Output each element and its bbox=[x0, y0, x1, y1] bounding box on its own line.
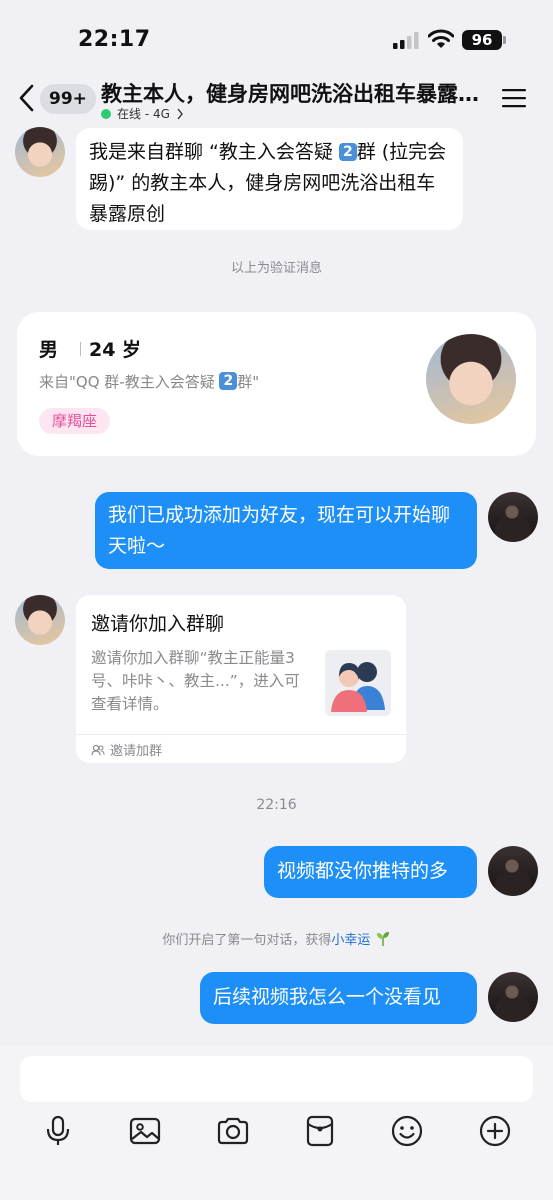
added-friend-bubble[interactable]: 我们已成功添加为好友，现在可以开始聊天啦～ bbox=[95, 492, 477, 569]
profile-divider bbox=[80, 342, 81, 356]
profile-gender: 男 bbox=[39, 339, 59, 361]
profile-source-prefix: 来自"QQ 群-教主入会答疑 bbox=[39, 373, 220, 391]
time-divider: 22:16 bbox=[256, 797, 297, 813]
emoji-icon[interactable] bbox=[390, 1114, 424, 1148]
peer-avatar[interactable] bbox=[15, 127, 65, 177]
status-bar: 22:17 96 bbox=[0, 0, 553, 80]
profile-card[interactable]: 男 24 岁 来自"QQ 群-教主入会答疑 2 群" 摩羯座 bbox=[17, 312, 536, 456]
signal-icon bbox=[393, 32, 419, 49]
my-avatar[interactable] bbox=[488, 846, 538, 896]
luck-note: 你们开启了第一句对话，获得小幸运 bbox=[0, 929, 553, 948]
chat-header: 99+ 教主本人，健身房网吧洗浴出租车暴露原创 在线 - 4G bbox=[0, 74, 553, 128]
status-time: 22:17 bbox=[78, 27, 151, 52]
number-emoji: 2 bbox=[219, 372, 238, 390]
luck-note-prefix: 你们开启了第一句对话，获得 bbox=[162, 933, 332, 948]
message-input[interactable] bbox=[20, 1056, 533, 1102]
online-status[interactable]: 在线 - 4G bbox=[101, 105, 184, 122]
back-icon[interactable] bbox=[16, 82, 38, 114]
number-emoji: 2 bbox=[338, 143, 357, 161]
online-status-text: 在线 - 4G bbox=[117, 107, 170, 121]
verify-note: 以上为验证消息 bbox=[230, 261, 322, 276]
wifi-icon bbox=[428, 29, 454, 48]
my-avatar[interactable] bbox=[488, 972, 538, 1022]
group-icon bbox=[91, 744, 105, 755]
microphone-icon[interactable] bbox=[41, 1114, 75, 1148]
profile-source-suffix: 群" bbox=[237, 373, 260, 391]
red-packet-icon[interactable] bbox=[303, 1114, 337, 1148]
my-avatar[interactable] bbox=[488, 492, 538, 542]
input-area bbox=[0, 1046, 553, 1200]
unread-count-badge[interactable]: 99+ bbox=[40, 84, 96, 114]
verify-message-bubble[interactable]: 我是来自群聊 “教主入会答疑 2群 (拉完会踢)” 的教主本人，健身房网吧洗浴出… bbox=[76, 128, 463, 230]
image-icon[interactable] bbox=[128, 1114, 162, 1148]
profile-avatar[interactable] bbox=[426, 334, 516, 424]
invite-footer-label: 邀请加群 bbox=[110, 744, 163, 759]
invite-title: 邀请你加入群聊 bbox=[91, 613, 225, 635]
invite-divider bbox=[76, 734, 406, 735]
sprout-icon bbox=[376, 932, 389, 946]
menu-icon[interactable] bbox=[502, 88, 526, 108]
camera-icon[interactable] bbox=[216, 1114, 250, 1148]
battery-tip bbox=[503, 36, 506, 44]
invite-footer: 邀请加群 bbox=[91, 740, 162, 759]
verify-message-part1: 我是来自群聊 “教主入会答疑 bbox=[89, 141, 339, 163]
chevron-right-icon bbox=[177, 108, 183, 119]
battery-indicator: 96 bbox=[462, 30, 502, 50]
no-videos-bubble[interactable]: 后续视频我怎么一个没看见 bbox=[200, 972, 477, 1024]
luck-link[interactable]: 小幸运 bbox=[331, 933, 370, 948]
online-dot bbox=[101, 108, 111, 119]
chat-title[interactable]: 教主本人，健身房网吧洗浴出租车暴露原创 bbox=[101, 78, 496, 108]
profile-age: 24 岁 bbox=[89, 339, 142, 361]
zodiac-tag: 摩羯座 bbox=[39, 408, 111, 434]
profile-source: 来自"QQ 群-教主入会答疑 2 群" bbox=[39, 371, 259, 392]
invite-description: 邀请你加入群聊“教主正能量3号、咔咔丶、教主...”，进入可查看详情。 bbox=[91, 649, 300, 713]
video-compare-bubble[interactable]: 视频都没你推特的多 bbox=[264, 846, 477, 898]
group-thumbnail bbox=[325, 650, 391, 716]
group-invite-card[interactable]: 邀请你加入群聊 邀请你加入群聊“教主正能量3号、咔咔丶、教主...”，进入可查看… bbox=[76, 595, 406, 763]
plus-icon[interactable] bbox=[478, 1114, 512, 1148]
peer-avatar[interactable] bbox=[15, 595, 65, 645]
